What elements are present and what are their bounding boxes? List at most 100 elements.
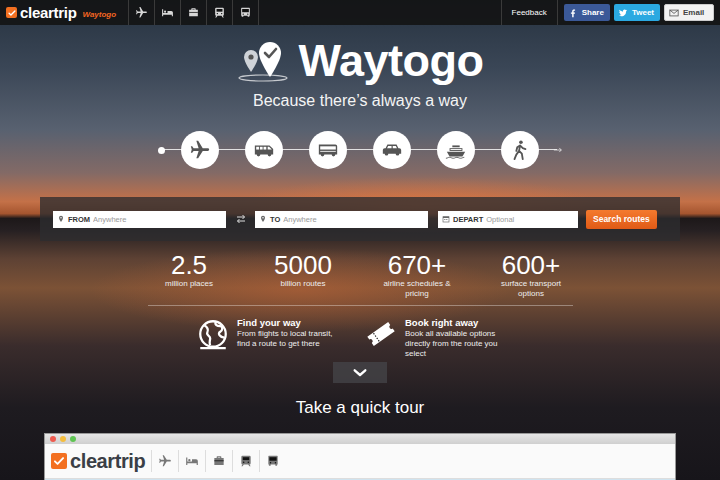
coach-icon (317, 139, 339, 161)
route-start-dot (158, 147, 165, 154)
preview-map (45, 479, 675, 480)
stat-value: 2.5 (171, 251, 207, 279)
feature-title: Find your way (237, 317, 347, 329)
depart-label: DEPART (453, 215, 483, 224)
buses-icon (266, 454, 280, 468)
packages-icon (212, 454, 226, 468)
stat: 600+surface transport options (474, 251, 588, 301)
route-pins-icon (237, 40, 289, 82)
swap-button[interactable] (226, 213, 255, 225)
share-label: Share (582, 8, 604, 17)
mode-circle (181, 131, 219, 169)
location-pin-icon (259, 215, 267, 223)
search-bar: FROM TO DEPART Search routes (40, 197, 680, 241)
facebook-icon (568, 8, 578, 18)
nav-item[interactable] (206, 0, 232, 25)
location-pin-icon (57, 215, 65, 223)
divider (148, 305, 573, 306)
stat-value: 670+ (388, 251, 447, 279)
feedback-link[interactable]: Feedback (501, 0, 558, 25)
transport-modes (158, 131, 563, 169)
bus-icon (253, 139, 275, 161)
from-label: FROM (68, 215, 90, 224)
stat-label: airline schedules & pricing (380, 279, 454, 299)
stats: 2.5million places5000billion routes670+a… (132, 251, 588, 301)
feature-text: From flights to local transit, find a ro… (237, 329, 347, 349)
check-logo-icon (6, 7, 17, 18)
window-control-dot (70, 436, 76, 442)
preview-header: cleartrip (45, 444, 675, 479)
stat: 670+airline schedules & pricing (360, 251, 474, 301)
share-label: Email (683, 8, 704, 17)
scroll-down-button[interactable] (333, 362, 387, 383)
sub-brand: Waytogo (83, 10, 117, 19)
plane-icon (189, 139, 211, 161)
share-button[interactable]: Tweet (614, 4, 660, 21)
features: Find your wayFrom flights to local trans… (196, 317, 524, 359)
feature: Find your wayFrom flights to local trans… (196, 317, 356, 359)
feature: Book right awayBook all available option… (364, 317, 524, 359)
window-control-dot (50, 436, 56, 442)
preview-nav-item (259, 450, 286, 472)
tour-preview-window: cleartrip (44, 433, 676, 480)
stat-label: surface transport options (494, 279, 568, 299)
nav-item[interactable] (180, 0, 206, 25)
hotels-icon (185, 454, 199, 468)
hero-title-text: Waytogo (299, 35, 484, 87)
preview-nav-item (205, 450, 232, 472)
mode-circle (245, 131, 283, 169)
from-input[interactable] (93, 215, 222, 224)
check-icon (7, 8, 17, 18)
preview-logo: cleartrip (51, 449, 145, 473)
stat: 5000billion routes (246, 251, 360, 301)
nav-item[interactable] (154, 0, 180, 25)
car-icon (381, 139, 403, 161)
brand-name: cleartrip (20, 4, 77, 21)
share-buttons: Share Tweet Email (558, 4, 720, 21)
nav-icons (128, 0, 259, 25)
ship-icon (445, 139, 467, 161)
email-icon (669, 8, 679, 18)
share-button[interactable]: Share (564, 4, 610, 21)
nav-item[interactable] (232, 0, 259, 25)
stat-label: billion routes (281, 279, 326, 289)
feature-text: Book all available options directly from… (405, 329, 515, 359)
mode-circle (309, 131, 347, 169)
to-field[interactable]: TO (255, 211, 428, 228)
depart-input[interactable] (486, 215, 574, 224)
flights-icon (158, 454, 172, 468)
preview-nav-icons (151, 450, 286, 472)
stat-label: million places (165, 279, 213, 289)
preview-brand-name: cleartrip (70, 449, 145, 473)
trains-icon (239, 454, 253, 468)
calendar-icon (442, 215, 450, 223)
preview-check-icon (51, 453, 67, 469)
top-bar: cleartrip Waytogo Feedback Share Tweet Email (0, 0, 720, 25)
cleartrip-logo[interactable]: cleartrip Waytogo (0, 4, 122, 21)
depart-field[interactable]: DEPART (438, 211, 578, 228)
mode-circle (373, 131, 411, 169)
hotels-icon (161, 6, 174, 19)
route-end-arrow (553, 145, 563, 155)
globe-icon (196, 317, 230, 359)
mode-circle (437, 131, 475, 169)
search-button[interactable]: Search routes (586, 210, 657, 229)
chevron-down-icon (352, 365, 368, 381)
stat-value: 5000 (274, 251, 332, 279)
nav-item[interactable] (128, 0, 154, 25)
window-title-bar (45, 434, 675, 444)
twitter-icon (618, 8, 628, 18)
hero-title: Waytogo (237, 35, 484, 87)
flights-icon (135, 6, 148, 19)
buses-icon (239, 6, 252, 19)
feature-title: Book right away (405, 317, 515, 329)
from-field[interactable]: FROM (53, 211, 226, 228)
preview-nav-item (178, 450, 205, 472)
feature-body: Book right awayBook all available option… (405, 317, 515, 359)
arrow-icon (553, 145, 563, 155)
share-button[interactable]: Email (664, 4, 714, 21)
trains-icon (213, 6, 226, 19)
feature-body: Find your wayFrom flights to local trans… (237, 317, 347, 359)
to-input[interactable] (283, 215, 424, 224)
walking-icon (509, 139, 531, 161)
